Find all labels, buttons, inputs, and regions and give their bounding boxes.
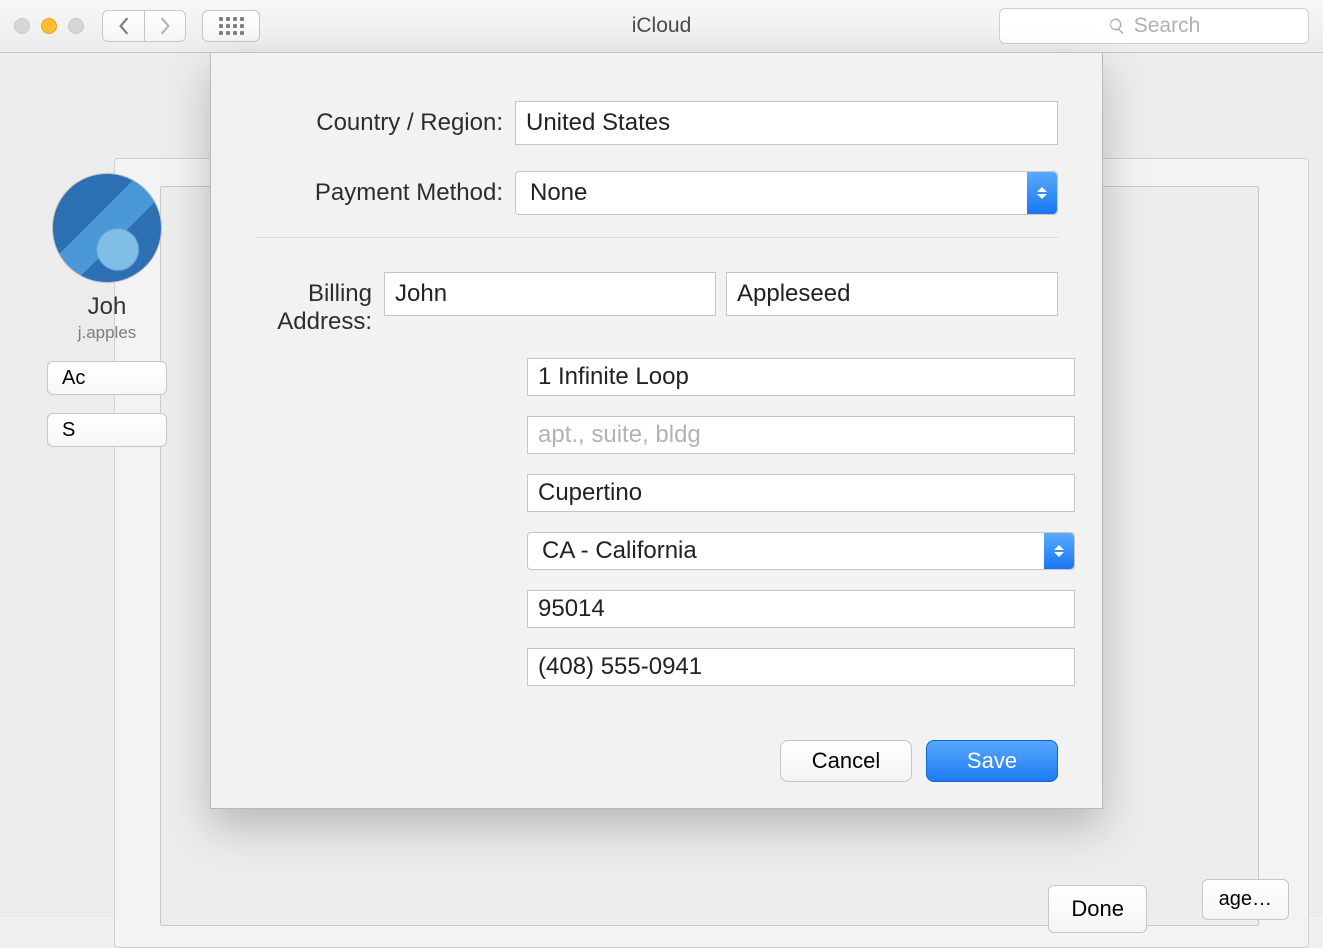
payment-method-label: Payment Method: <box>255 179 515 207</box>
apt-field[interactable] <box>527 416 1075 454</box>
fullscreen-window-icon[interactable] <box>68 18 84 34</box>
divider <box>255 237 1058 238</box>
nav-buttons <box>102 10 186 42</box>
avatar <box>52 173 162 283</box>
search-placeholder: Search <box>1134 14 1201 38</box>
street-field[interactable] <box>527 358 1075 396</box>
show-all-button[interactable] <box>202 10 260 42</box>
state-select[interactable]: CA - California <box>527 532 1075 570</box>
save-button[interactable]: Save <box>926 740 1058 782</box>
payment-method-select[interactable]: None <box>515 171 1058 215</box>
cancel-button[interactable]: Cancel <box>780 740 912 782</box>
search-input[interactable]: Search <box>999 8 1309 44</box>
last-name-field[interactable] <box>726 272 1058 316</box>
payment-method-value: None <box>530 179 587 207</box>
manage-button[interactable]: age… <box>1202 879 1289 920</box>
chevron-updown-icon <box>1027 172 1057 214</box>
country-region-label: Country / Region: <box>255 109 515 137</box>
payment-sheet: Country / Region: Payment Method: None B… <box>210 53 1103 809</box>
state-value: CA - California <box>542 537 697 565</box>
back-button[interactable] <box>102 10 144 42</box>
chevron-updown-icon <box>1044 533 1074 569</box>
window-title: iCloud <box>632 14 692 38</box>
city-field[interactable] <box>527 474 1075 512</box>
done-button[interactable]: Done <box>1048 885 1147 933</box>
zip-field[interactable] <box>527 590 1075 628</box>
forward-button[interactable] <box>144 10 186 42</box>
profile-email: j.apples <box>32 323 182 343</box>
phone-field[interactable] <box>527 648 1075 686</box>
country-region-field[interactable] <box>515 101 1058 145</box>
account-details-button[interactable]: Ac <box>47 361 167 395</box>
profile-sidebar: Joh j.apples Ac S <box>32 173 182 447</box>
window-toolbar: iCloud Search <box>0 0 1323 53</box>
grid-icon <box>219 17 244 35</box>
traffic-lights <box>14 18 84 34</box>
close-window-icon[interactable] <box>14 18 30 34</box>
first-name-field[interactable] <box>384 272 716 316</box>
minimize-window-icon[interactable] <box>41 18 57 34</box>
sign-out-button[interactable]: S <box>47 413 167 447</box>
profile-name: Joh <box>32 293 182 321</box>
billing-address-label: Billing Address: <box>255 272 384 336</box>
search-icon <box>1108 17 1126 35</box>
